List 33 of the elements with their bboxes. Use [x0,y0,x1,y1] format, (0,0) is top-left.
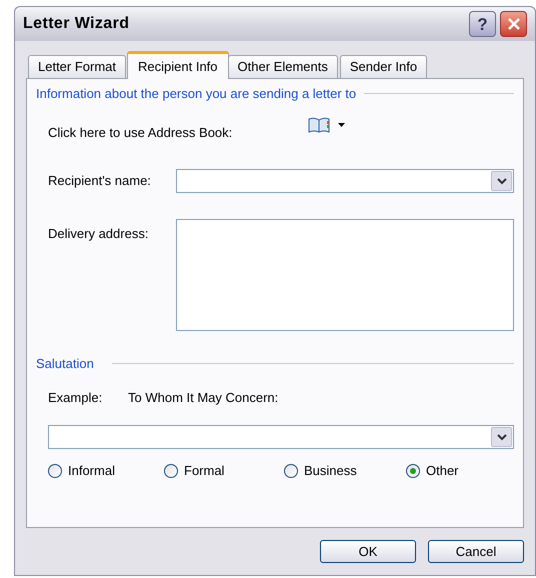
caret-icon [338,123,345,128]
dropdown-icon [496,178,506,184]
section-heading: Information about the person you are sending a letter to [36,85,356,103]
example-text: To Whom It May Concern: [128,388,278,407]
radio-option[interactable]: Informal [48,461,164,480]
radio-button[interactable] [48,464,62,478]
radio-button[interactable] [284,464,298,478]
dialog-button[interactable]: Cancel [428,540,524,563]
radio-option[interactable]: Business [284,461,406,480]
window-title: Letter Wizard [23,14,130,34]
delivery-address-field[interactable] [176,219,514,331]
recipient-name-combo[interactable] [176,169,514,193]
book-icon [308,117,330,134]
tab[interactable]: Letter Format [28,55,126,79]
radio-button[interactable] [406,464,420,478]
radio-option[interactable]: Other [406,461,506,480]
radio-button[interactable] [164,464,178,478]
tab[interactable]: Recipient Info [127,51,229,79]
close-icon [506,17,520,31]
address-book-label: Click here to use Address Book: [48,124,234,142]
tab[interactable]: Other Elements [228,55,338,79]
close-button[interactable] [500,11,527,37]
recipient-name-label: Recipient's name: [48,172,152,190]
tab[interactable]: Sender Info [340,55,428,79]
section-heading: Salutation [36,355,95,373]
radio-option[interactable]: Formal [164,461,284,480]
dialog-button[interactable]: OK [320,540,416,563]
address-book-button[interactable] [308,117,345,134]
example-label: Example: [48,388,104,407]
delivery-address-label: Delivery address: [48,225,150,243]
salutation-combo[interactable] [48,425,514,449]
help-button[interactable]: ? [469,11,496,37]
dropdown-icon [496,434,506,440]
